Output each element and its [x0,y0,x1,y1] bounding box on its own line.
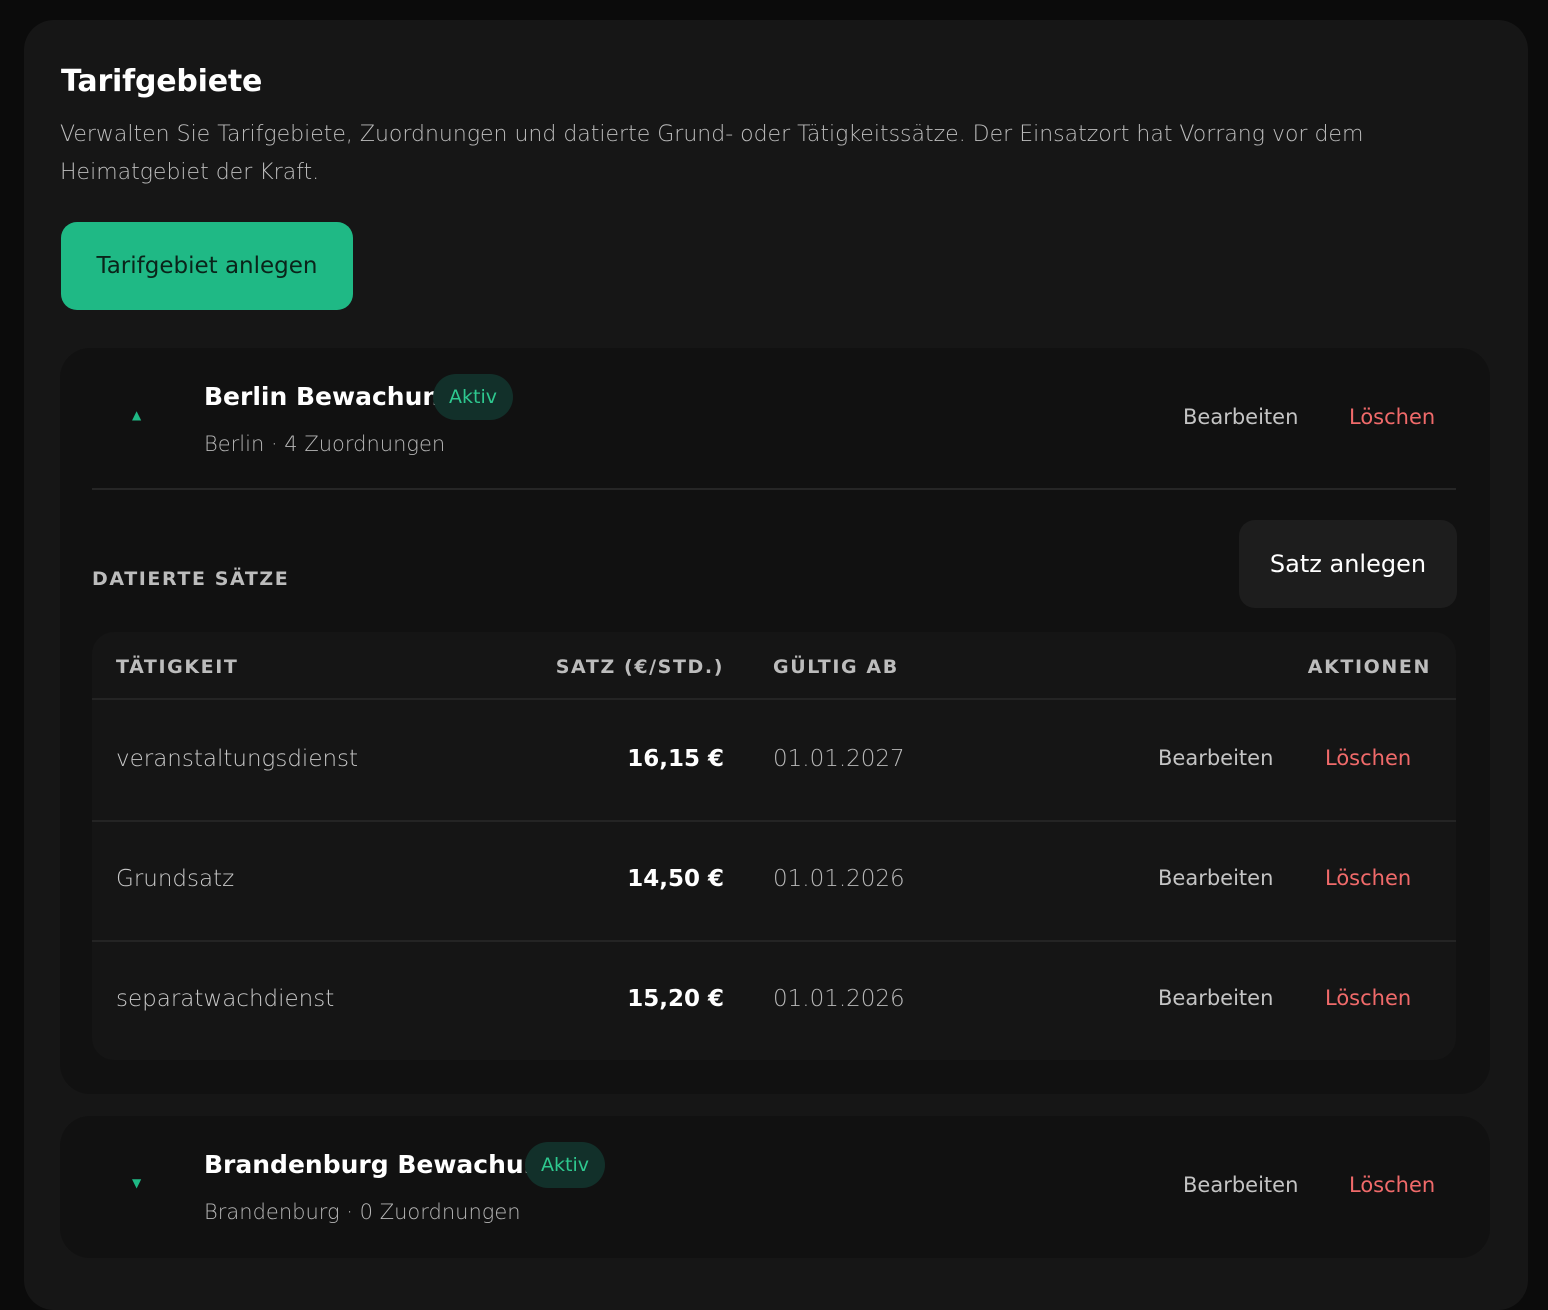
delete-rate-button[interactable]: Löschen [1325,746,1411,770]
edit-area-button[interactable]: Bearbeiten [1183,1173,1298,1197]
valid-from-cell: 01.01.2026 [773,986,905,1012]
valid-from-cell: 01.01.2027 [773,746,905,772]
activity-cell: Grundsatz [116,866,235,892]
column-header-activity: TÄTIGKEIT [116,656,239,678]
edit-rate-button[interactable]: Bearbeiten [1158,866,1273,890]
status-badge: Aktiv [433,374,513,420]
activity-cell: separatwachdienst [116,986,335,1012]
divider [92,488,1456,490]
delete-rate-button[interactable]: Löschen [1325,866,1411,890]
section-label: DATIERTE SÄTZE [92,568,290,590]
area-name: Brandenburg Bewachung [204,1150,560,1179]
delete-rate-button[interactable]: Löschen [1325,986,1411,1010]
table-row: separatwachdienst 15,20 € 01.01.2026 Bea… [92,942,1456,1060]
area-name: Berlin Bewachung [204,382,459,411]
tariff-area-card: ▼ Brandenburg Bewachung Aktiv Brandenbur… [60,1116,1490,1258]
table-header: TÄTIGKEIT SATZ (€/STD.) GÜLTIG AB AKTION… [92,632,1456,700]
column-header-actions: AKTIONEN [1307,656,1431,678]
valid-from-cell: 01.01.2026 [773,866,905,892]
area-subtitle: Berlin · 4 Zuordnungen [204,432,446,456]
rates-table: TÄTIGKEIT SATZ (€/STD.) GÜLTIG AB AKTION… [92,632,1456,1060]
expand-chevron-icon[interactable]: ▼ [132,1176,141,1190]
page-title: Tarifgebiete [61,64,263,99]
delete-area-button[interactable]: Löschen [1349,1173,1435,1197]
rate-cell: 15,20 € [627,986,724,1012]
table-row: Grundsatz 14,50 € 01.01.2026 Bearbeiten … [92,822,1456,942]
tariff-area-card: ▲ Berlin Bewachung Aktiv Berlin · 4 Zuor… [60,348,1490,1094]
status-badge: Aktiv [525,1142,605,1188]
delete-area-button[interactable]: Löschen [1349,405,1435,429]
tariff-areas-panel: Tarifgebiete Verwalten Sie Tarifgebiete,… [24,20,1528,1310]
page-description: Verwalten Sie Tarifgebiete, Zuordnungen … [60,122,1364,185]
edit-rate-button[interactable]: Bearbeiten [1158,746,1273,770]
table-row: veranstaltungsdienst 16,15 € 01.01.2027 … [92,702,1456,822]
area-subtitle: Brandenburg · 0 Zuordnungen [204,1200,521,1224]
create-tariff-area-button[interactable]: Tarifgebiet anlegen [61,222,353,310]
activity-cell: veranstaltungsdienst [116,746,359,772]
rate-cell: 14,50 € [627,866,724,892]
edit-area-button[interactable]: Bearbeiten [1183,405,1298,429]
column-header-valid-from: GÜLTIG AB [773,656,899,678]
column-header-rate: SATZ (€/STD.) [555,656,724,678]
edit-rate-button[interactable]: Bearbeiten [1158,986,1273,1010]
rate-cell: 16,15 € [627,746,724,772]
add-rate-button[interactable]: Satz anlegen [1239,520,1457,608]
collapse-chevron-icon[interactable]: ▲ [132,408,141,422]
